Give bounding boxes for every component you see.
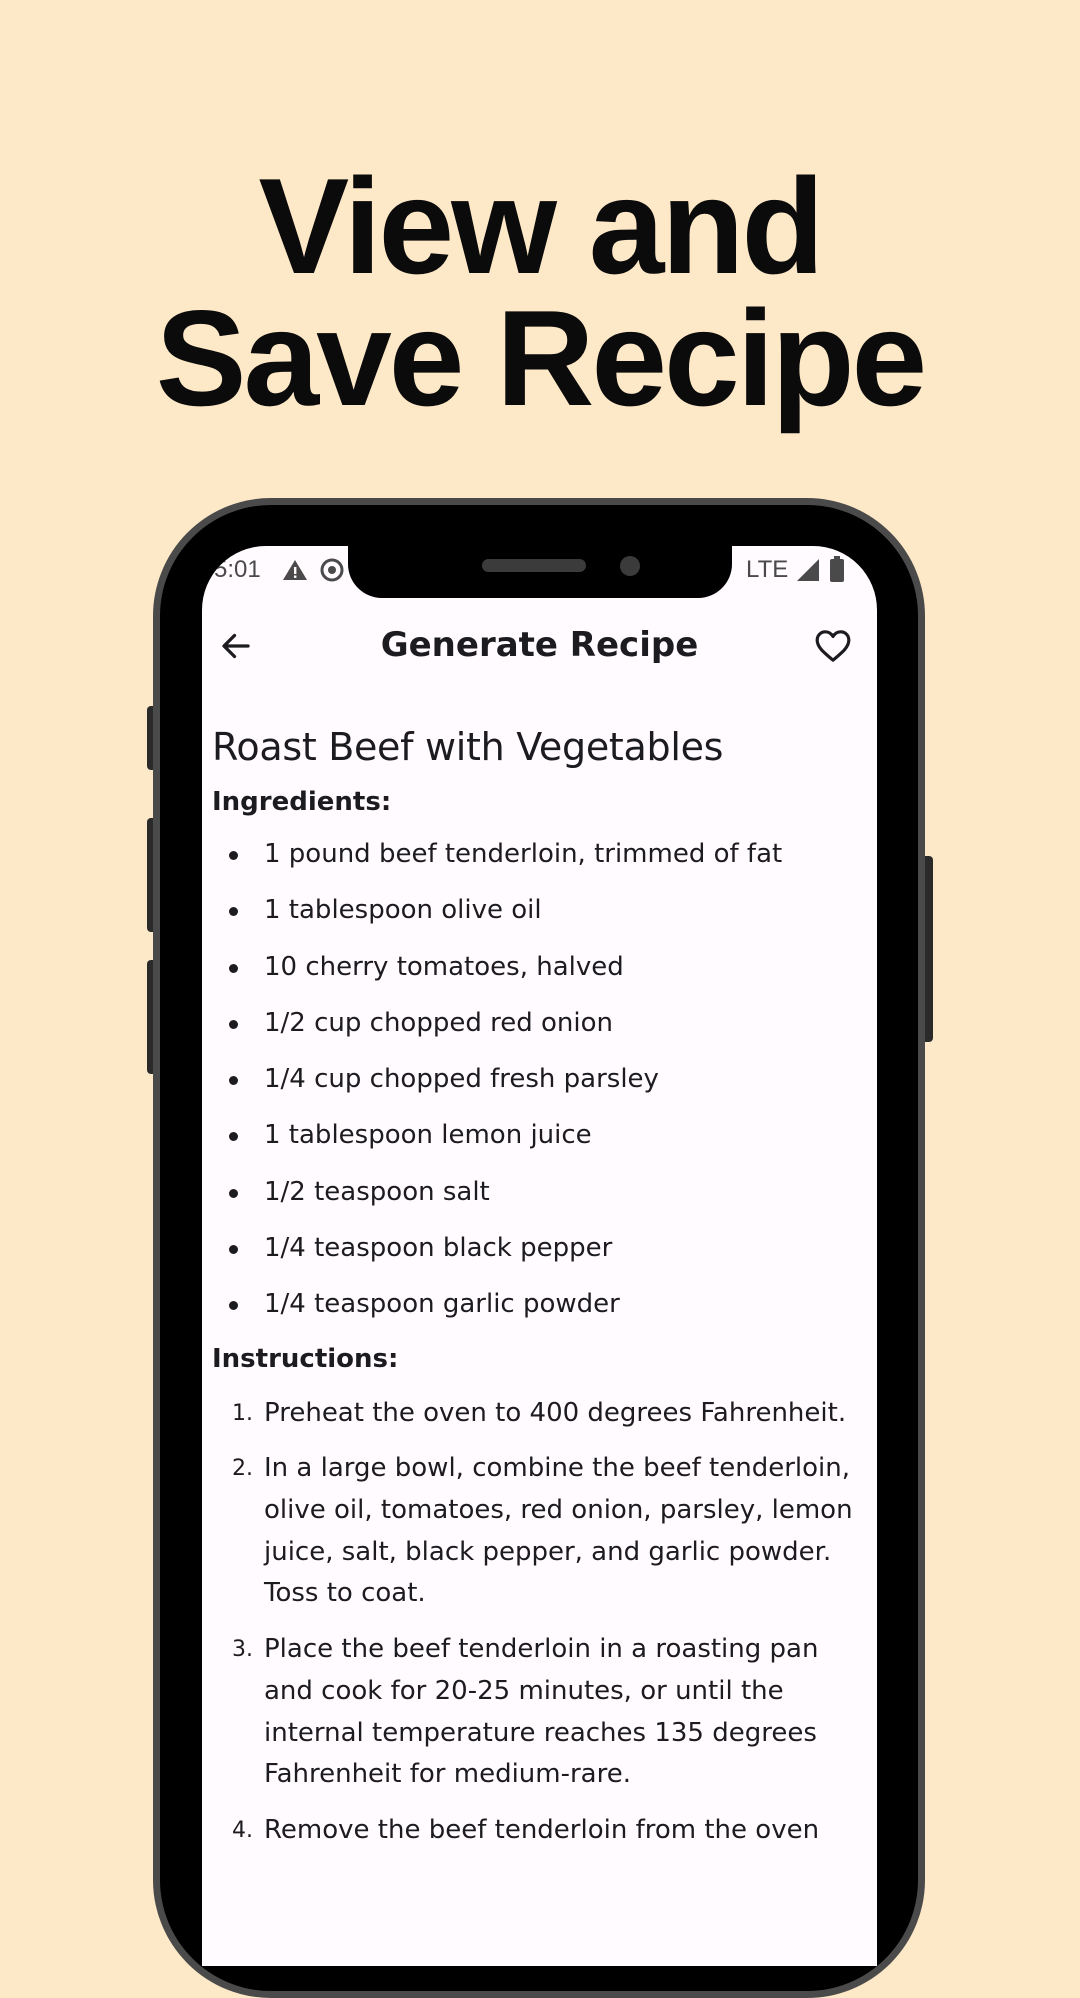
- step-number: 1.: [232, 1400, 253, 1426]
- phone-speaker: [482, 559, 586, 572]
- phone-camera: [620, 556, 640, 576]
- instruction-step: 4. Remove the beef tenderloin from the o…: [212, 1810, 862, 1852]
- recipe-content: Roast Beef with Vegetables Ingredients: …: [212, 722, 862, 1852]
- headline-line-1: View and: [258, 150, 824, 302]
- battery-icon: [830, 556, 844, 582]
- instruction-step: 1. Preheat the oven to 400 degrees Fahre…: [212, 1393, 862, 1435]
- instruction-step: 2. In a large bowl, combine the beef ten…: [212, 1448, 862, 1615]
- phone-screen: 5:01 LTE Generate Recipe Roast Beef with…: [202, 546, 877, 1966]
- step-text: In a large bowl, combine the beef tender…: [264, 1453, 853, 1609]
- status-network-label: LTE: [746, 556, 789, 583]
- page-title: Generate Recipe: [380, 625, 699, 665]
- step-number: 3.: [232, 1637, 253, 1663]
- ingredient-item: 1 tablespoon lemon juice: [212, 1107, 862, 1163]
- ingredient-item: 1 pound beef tenderloin, trimmed of fat: [212, 826, 862, 882]
- signal-icon: [797, 559, 819, 581]
- ingredient-item: 1/4 cup chopped fresh parsley: [212, 1051, 862, 1107]
- ingredient-item: 1/2 teaspoon salt: [212, 1164, 862, 1220]
- step-text: Preheat the oven to 400 degrees Fahrenhe…: [264, 1397, 847, 1428]
- ingredient-item: 10 cherry tomatoes, halved: [212, 939, 862, 995]
- notification-icon: [320, 558, 344, 582]
- ingredient-item: 1/2 cup chopped red onion: [212, 995, 862, 1051]
- instruction-step: 3. Place the beef tenderloin in a roasti…: [212, 1629, 862, 1796]
- step-number: 2.: [232, 1456, 253, 1482]
- ingredient-item: 1/4 teaspoon garlic powder: [212, 1276, 862, 1332]
- step-text: Remove the beef tenderloin from the oven: [264, 1815, 820, 1845]
- ingredients-list: 1 pound beef tenderloin, trimmed of fat …: [212, 826, 862, 1333]
- ingredients-heading: Ingredients:: [212, 787, 392, 817]
- ingredient-item: 1/4 teaspoon black pepper: [212, 1220, 862, 1276]
- step-number: 4.: [232, 1818, 253, 1843]
- status-time: 5:01: [214, 556, 261, 583]
- recipe-title: Roast Beef with Vegetables: [212, 725, 724, 769]
- instructions-list: 1. Preheat the oven to 400 degrees Fahre…: [212, 1393, 862, 1852]
- app-bar: Generate Recipe: [202, 610, 877, 682]
- headline-line-2: Save Recipe: [155, 282, 927, 434]
- promo-headline: View and Save Recipe: [0, 150, 1080, 434]
- heart-outline-icon: [815, 630, 851, 662]
- favorite-button[interactable]: [809, 622, 857, 670]
- warning-icon: [283, 560, 307, 580]
- ingredient-item: 1 tablespoon olive oil: [212, 882, 862, 938]
- instructions-heading: Instructions:: [212, 1343, 399, 1374]
- step-text: Place the beef tenderloin in a roasting …: [264, 1634, 819, 1790]
